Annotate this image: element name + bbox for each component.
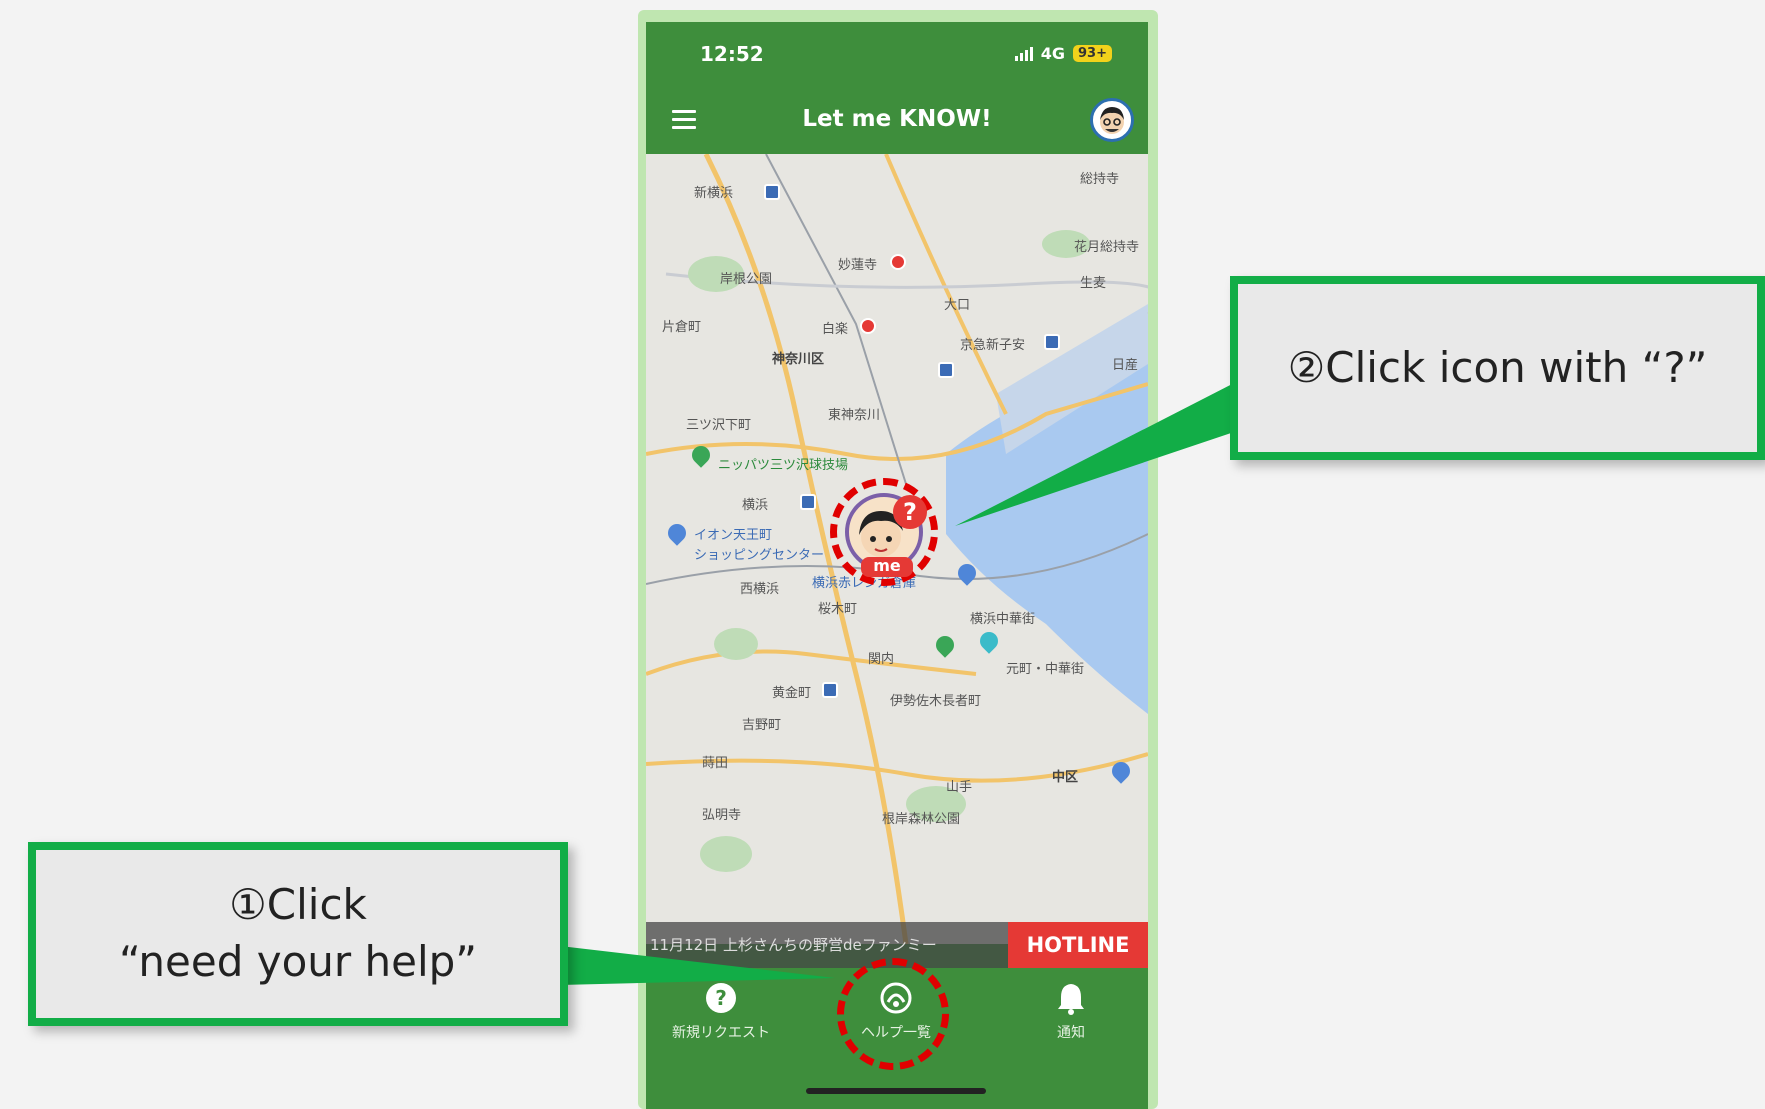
callout-step1-pointer (560, 946, 835, 985)
callout-step2-pointer (955, 380, 1240, 526)
callout-step2-line1: ②Click icon with “?” (1287, 342, 1708, 392)
callout-step2: ②Click icon with “?” (1230, 276, 1765, 460)
callout-step1-line2: “need your help” (118, 937, 478, 986)
callout-step1: ①Click “need your help” (28, 842, 568, 1026)
callout-step1-line1: ①Click (229, 880, 367, 930)
